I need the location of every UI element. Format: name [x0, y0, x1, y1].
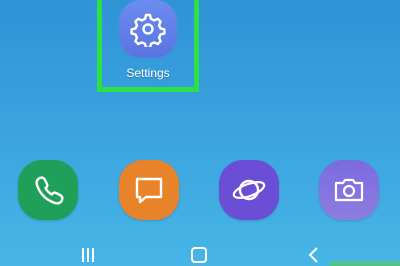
- camera-icon: [334, 178, 364, 202]
- settings-label: Settings: [126, 66, 170, 80]
- gear-icon[interactable]: [119, 0, 177, 58]
- camera-app[interactable]: [319, 160, 379, 220]
- messages-app[interactable]: [119, 160, 179, 220]
- home-screen: Settings: [0, 0, 400, 266]
- phone-icon: [35, 176, 64, 205]
- back-icon: [308, 247, 318, 263]
- home-icon: [191, 247, 207, 263]
- planet-icon: [232, 179, 266, 201]
- back-button[interactable]: [303, 246, 325, 266]
- home-button[interactable]: [188, 246, 210, 266]
- settings-app[interactable]: Settings: [113, 0, 183, 80]
- phone-app[interactable]: [18, 160, 78, 220]
- internet-app[interactable]: [219, 160, 279, 220]
- message-icon: [135, 177, 163, 204]
- recents-button[interactable]: [77, 246, 99, 266]
- recents-icon: [82, 248, 94, 262]
- highlight-strip: [330, 261, 400, 266]
